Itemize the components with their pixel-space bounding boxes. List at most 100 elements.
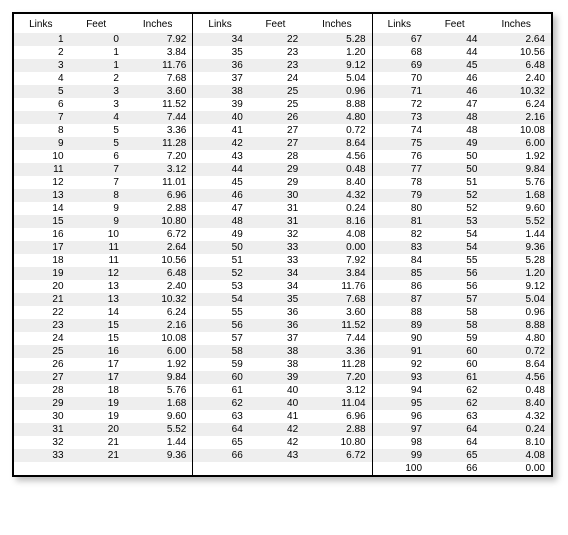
table-cell: 2.64 <box>483 33 552 46</box>
table-cell: 6 <box>13 98 70 111</box>
table-cell: 10.08 <box>125 332 193 345</box>
table-cell: 9.12 <box>483 280 552 293</box>
col-header: Links <box>193 13 249 33</box>
table-cell: 42 <box>249 423 304 436</box>
table-cell: 9 <box>13 137 70 150</box>
table-cell: 14 <box>13 202 70 215</box>
table-cell: 20 <box>70 423 125 436</box>
table-cell: 43 <box>193 150 249 163</box>
table-cell: 30 <box>249 189 304 202</box>
table-row: 22146.2455363.6088580.96 <box>13 306 552 319</box>
table-cell: 37 <box>249 332 304 345</box>
table-cell: 7.20 <box>304 371 372 384</box>
table-cell: 7.20 <box>125 150 193 163</box>
table-cell: 1.44 <box>125 436 193 449</box>
table-cell: 33 <box>249 241 304 254</box>
table-cell: 0.24 <box>483 423 552 436</box>
table-cell: 10.32 <box>483 85 552 98</box>
table-cell: 13 <box>70 293 125 306</box>
table-cell: 46 <box>193 189 249 202</box>
table-cell: 31 <box>13 423 70 436</box>
table-cell: 7 <box>13 111 70 124</box>
table-cell: 6.96 <box>304 410 372 423</box>
table-row: 1173.1244290.4877509.84 <box>13 163 552 176</box>
table-cell: 58 <box>428 319 483 332</box>
table-cell: 32 <box>249 228 304 241</box>
table-cell: 65 <box>193 436 249 449</box>
table-cell: 96 <box>372 410 428 423</box>
table-cell: 92 <box>372 358 428 371</box>
table-cell: 0.48 <box>304 163 372 176</box>
table-row: 1492.8847310.2480529.60 <box>13 202 552 215</box>
table-cell: 5.28 <box>304 33 372 46</box>
table-cell: 54 <box>428 228 483 241</box>
table-header-row: LinksFeetInchesLinksFeetInchesLinksFeetI… <box>13 13 552 33</box>
table-cell: 2.16 <box>125 319 193 332</box>
table-cell: 22 <box>13 306 70 319</box>
table-cell: 19 <box>13 267 70 280</box>
table-row: 1067.2043284.5676501.92 <box>13 150 552 163</box>
table-cell: 7.68 <box>304 293 372 306</box>
table-cell: 23 <box>13 319 70 332</box>
table-cell: 0.96 <box>483 306 552 319</box>
table-cell: 32 <box>13 436 70 449</box>
table-cell: 1.92 <box>125 358 193 371</box>
table-cell <box>304 462 372 476</box>
table-cell: 5.52 <box>483 215 552 228</box>
table-cell: 8.10 <box>483 436 552 449</box>
table-cell: 27 <box>249 137 304 150</box>
table-cell: 13 <box>13 189 70 202</box>
table-cell: 39 <box>193 98 249 111</box>
table-cell: 29 <box>13 397 70 410</box>
table-cell: 46 <box>428 85 483 98</box>
table-cell: 0.24 <box>304 202 372 215</box>
table-cell: 40 <box>249 384 304 397</box>
table-cell <box>13 462 70 476</box>
table-row: 241510.0857377.4490594.80 <box>13 332 552 345</box>
table-cell: 8.64 <box>483 358 552 371</box>
table-cell: 86 <box>372 280 428 293</box>
table-cell: 16 <box>13 228 70 241</box>
table-cell: 0.00 <box>304 241 372 254</box>
table-cell: 72 <box>372 98 428 111</box>
table-cell: 82 <box>372 228 428 241</box>
table-cell: 4.32 <box>483 410 552 423</box>
table-row: 25166.0058383.3691600.72 <box>13 345 552 358</box>
table-cell: 58 <box>428 306 483 319</box>
table-cell: 1.92 <box>483 150 552 163</box>
table-cell: 33 <box>249 254 304 267</box>
table-cell: 64 <box>193 423 249 436</box>
table-row: 15910.8048318.1681535.52 <box>13 215 552 228</box>
table-cell: 27 <box>13 371 70 384</box>
table-cell: 23 <box>249 59 304 72</box>
table-cell: 15 <box>13 215 70 228</box>
col-header: Feet <box>428 13 483 33</box>
table-cell: 43 <box>249 449 304 462</box>
table-cell: 50 <box>428 150 483 163</box>
table-cell: 2.64 <box>125 241 193 254</box>
table-cell: 85 <box>372 267 428 280</box>
table-cell: 4.56 <box>483 371 552 384</box>
table-cell: 1.20 <box>483 267 552 280</box>
table-cell: 18 <box>70 384 125 397</box>
table-cell: 13 <box>70 280 125 293</box>
table-cell: 60 <box>193 371 249 384</box>
table-cell: 41 <box>193 124 249 137</box>
table-cell: 6.48 <box>125 267 193 280</box>
table-row: 6311.5239258.8872476.24 <box>13 98 552 111</box>
table-cell: 35 <box>193 46 249 59</box>
table-cell: 47 <box>428 98 483 111</box>
table-cell: 25 <box>13 345 70 358</box>
table-cell: 59 <box>193 358 249 371</box>
table-cell: 57 <box>193 332 249 345</box>
table-cell: 4 <box>70 111 125 124</box>
table-row: 33219.3666436.7299654.08 <box>13 449 552 462</box>
table-cell: 37 <box>193 72 249 85</box>
table-cell: 34 <box>193 33 249 46</box>
table-cell: 44 <box>428 33 483 46</box>
table-cell: 8.40 <box>304 176 372 189</box>
table-cell: 87 <box>372 293 428 306</box>
table-cell: 90 <box>372 332 428 345</box>
table-cell: 75 <box>372 137 428 150</box>
table-cell: 49 <box>428 137 483 150</box>
